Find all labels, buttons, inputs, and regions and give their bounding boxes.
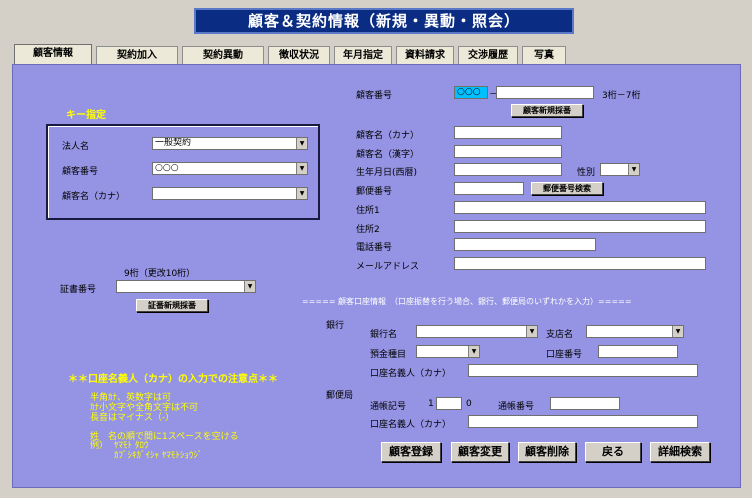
mail-field[interactable] — [454, 257, 706, 270]
chevron-down-icon: ▼ — [244, 281, 255, 292]
tab-negotiation-history[interactable]: 交渉履歴 — [458, 46, 518, 64]
notes-example2: ｶﾌﾞｼｷｶﾞｲｼｬ ﾔﾏﾓﾄｼｮｳｼﾞ — [114, 451, 203, 461]
gender-select[interactable]: ▼ — [600, 163, 640, 176]
corp-label: 法人名 — [62, 142, 90, 152]
passbook-suffix: 0 — [466, 399, 472, 409]
custno-hint: 3桁－7桁 — [602, 91, 641, 101]
zip-field[interactable] — [454, 182, 524, 195]
zip-search-button[interactable]: 郵便番号検索 — [531, 182, 603, 195]
tab-collection-status[interactable]: 徴収状況 — [268, 46, 330, 64]
chevron-down-icon: ▼ — [468, 346, 479, 357]
tab-document-request[interactable]: 資料請求 — [396, 46, 454, 64]
key-section-heading: キー指定 — [66, 110, 106, 121]
holder-field[interactable] — [468, 364, 698, 377]
kanji-field[interactable] — [454, 145, 562, 158]
tel-label: 電話番号 — [356, 243, 393, 253]
kana-label: 顧客名（カナ） — [356, 131, 420, 141]
new-custno-button[interactable]: 顧客新規採番 — [511, 104, 583, 117]
tab-customer-info[interactable]: 顧客情報 — [14, 44, 92, 65]
branch-label: 支店名 — [546, 330, 574, 340]
custno-label: 顧客番号 — [356, 91, 393, 101]
key-custno-label: 顧客番号 — [62, 167, 99, 177]
passbook-prefix: 1 — [428, 399, 434, 409]
notes-line4: 姓 名の順で間に1スペースを空ける — [90, 432, 239, 442]
chevron-down-icon: ▼ — [526, 326, 537, 337]
back-button[interactable]: 戻る — [585, 442, 641, 462]
account-no-label: 口座番号 — [546, 350, 583, 360]
tab-month-spec[interactable]: 年月指定 — [334, 46, 392, 64]
birth-field[interactable] — [454, 163, 562, 176]
post-group-label: 郵便局 — [326, 391, 354, 401]
bank-name-label: 銀行名 — [370, 330, 398, 340]
certificate-new-button[interactable]: 証番新規採番 — [136, 299, 208, 312]
notes-example-label: 例） — [90, 441, 109, 451]
passbook-label: 通帳記号 — [370, 402, 407, 412]
register-button[interactable]: 顧客登録 — [381, 442, 441, 462]
tab-photo[interactable]: 写真 — [522, 46, 566, 64]
custno-prefix-field[interactable]: ○○○ — [454, 86, 488, 99]
holder-label: 口座名義人（カナ） — [370, 369, 452, 379]
addr1-label: 住所1 — [356, 206, 380, 216]
certificate-label: 証書番号 — [60, 285, 97, 295]
post-holder-label: 口座名義人（カナ） — [370, 420, 452, 430]
account-no-field[interactable] — [598, 345, 678, 358]
chevron-down-icon: ▼ — [672, 326, 683, 337]
addr2-label: 住所2 — [356, 225, 380, 235]
branch-select[interactable]: ▼ — [586, 325, 684, 338]
passbook-no-label: 通帳番号 — [498, 402, 535, 412]
chevron-down-icon: ▼ — [296, 138, 307, 149]
bank-group-label: 銀行 — [326, 321, 345, 331]
delete-button[interactable]: 顧客削除 — [518, 442, 576, 462]
zip-label: 郵便番号 — [356, 187, 393, 197]
chevron-down-icon: ▼ — [296, 188, 307, 199]
notes-heading: ＊＊口座名義人（カナ）の入力での注意点＊＊ — [68, 374, 278, 385]
tab-contract-join[interactable]: 契約加入 — [96, 46, 178, 64]
modify-button[interactable]: 顧客変更 — [451, 442, 509, 462]
bank-name-select[interactable]: ▼ — [416, 325, 538, 338]
key-kana-select[interactable]: ▼ — [152, 187, 308, 200]
chevron-down-icon: ▼ — [628, 164, 639, 175]
addr2-field[interactable] — [454, 220, 706, 233]
addr1-field[interactable] — [454, 201, 706, 214]
certificate-select[interactable]: ▼ — [116, 280, 256, 293]
mail-label: メールアドレス — [356, 262, 420, 272]
key-custno-select[interactable]: ○○○ ▼ — [152, 162, 308, 175]
bank-section-heading: ===== 顧客口座情報 （口座振替を行う場合、銀行、郵便局のいずれかを入力）=… — [302, 297, 632, 306]
chevron-down-icon: ▼ — [296, 163, 307, 174]
tab-contract-change[interactable]: 契約異動 — [182, 46, 264, 64]
notes-line3: 長音はマイナス（-） — [90, 413, 175, 423]
deposit-type-label: 預金種目 — [370, 350, 407, 360]
certificate-hint: 9桁（更改10桁） — [124, 269, 196, 279]
corp-select[interactable]: 一般契約 ▼ — [152, 137, 308, 150]
key-kana-label: 顧客名（カナ） — [62, 192, 126, 202]
detail-search-button[interactable]: 詳細検索 — [650, 442, 710, 462]
passbook-no-field[interactable] — [550, 397, 620, 410]
post-holder-field[interactable] — [468, 415, 698, 428]
deposit-type-select[interactable]: ▼ — [416, 345, 480, 358]
window-title: 顧客＆契約情報（新規・異動・照会） — [194, 8, 574, 34]
kanji-label: 顧客名（漢字） — [356, 150, 420, 160]
tel-field[interactable] — [454, 238, 596, 251]
custno-field[interactable] — [496, 86, 594, 99]
kana-field[interactable] — [454, 126, 562, 139]
passbook-field[interactable] — [436, 397, 462, 410]
birth-label: 生年月日(西暦) — [356, 168, 418, 178]
gender-label: 性別 — [577, 168, 596, 178]
